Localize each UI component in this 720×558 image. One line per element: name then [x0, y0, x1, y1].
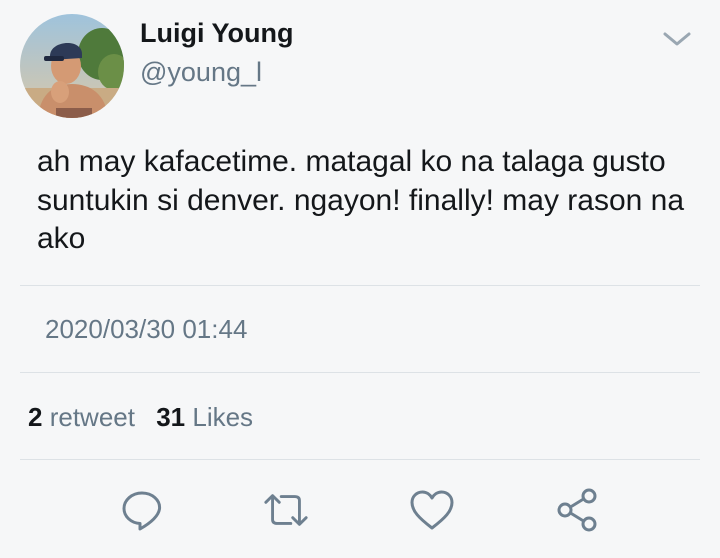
avatar[interactable]	[20, 14, 124, 118]
retweet-button[interactable]	[262, 486, 310, 534]
likes-count: 31	[156, 402, 186, 432]
reply-icon	[122, 491, 162, 531]
timestamp[interactable]: 2020/03/30 01:44	[45, 314, 247, 345]
chevron-down-icon[interactable]	[660, 28, 694, 50]
retweet-stat[interactable]: 2 retweet	[28, 402, 135, 433]
likes-label: Likes	[192, 402, 254, 432]
retweet-label: retweet	[49, 402, 135, 432]
display-name[interactable]: Luigi Young	[140, 18, 293, 49]
share-icon	[557, 488, 597, 532]
divider	[20, 285, 700, 286]
tweet-card: Luigi Young @young_l ah may kafacetime. …	[0, 0, 720, 558]
divider	[20, 372, 700, 373]
likes-stat[interactable]: 31 Likes	[156, 402, 253, 433]
divider	[20, 459, 700, 460]
reply-button[interactable]	[118, 486, 166, 534]
user-handle[interactable]: @young_l	[140, 57, 262, 88]
tweet-text: ah may kafacetime. matagal ko na talaga …	[37, 145, 685, 255]
share-button[interactable]	[554, 486, 602, 534]
like-icon	[410, 490, 454, 530]
retweet-icon	[264, 494, 308, 526]
like-button[interactable]	[408, 486, 456, 534]
retweet-count: 2	[28, 402, 43, 432]
tweet-stats: 2 retweet 31 Likes	[28, 402, 253, 433]
